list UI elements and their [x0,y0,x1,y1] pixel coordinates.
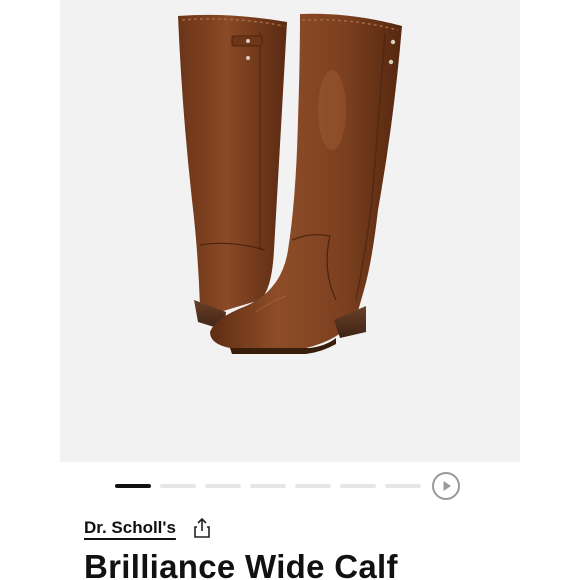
brand-link[interactable]: Dr. Scholl's [84,518,176,538]
product-title: Brilliance Wide Calf [84,548,398,580]
gallery-margin-left [0,0,60,462]
product-image[interactable] [60,0,520,462]
image-carousel-indicator [112,472,472,502]
brand-row: Dr. Scholl's [84,514,212,542]
product-page: Dr. Scholl's Brilliance Wide Calf [0,0,580,580]
left-boot [178,14,287,330]
gallery-margin-right [520,0,580,462]
carousel-dot-3[interactable] [205,484,241,488]
carousel-dot-6[interactable] [340,484,376,488]
play-video-button[interactable] [432,472,460,500]
carousel-dot-7[interactable] [385,484,421,488]
carousel-dot-5[interactable] [295,484,331,488]
play-icon [443,481,451,491]
share-icon[interactable] [192,517,212,539]
carousel-dot-1[interactable] [115,484,151,488]
boots-illustration [178,13,402,354]
carousel-dot-4[interactable] [250,484,286,488]
carousel-dot-2[interactable] [160,484,196,488]
